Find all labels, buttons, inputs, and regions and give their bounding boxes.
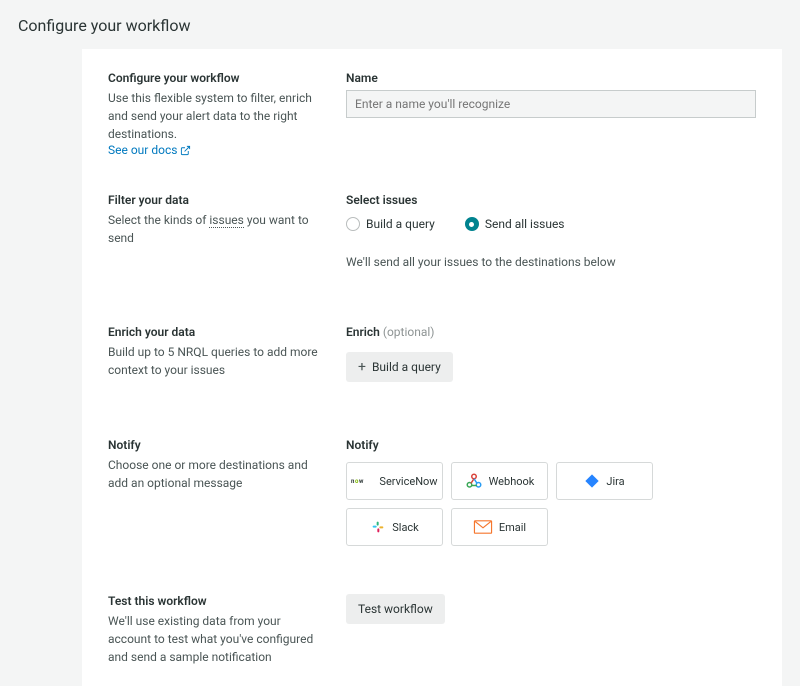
- slack-icon: [370, 519, 386, 535]
- test-heading: Test this workflow: [108, 594, 326, 608]
- destination-servicenow[interactable]: now ServiceNow: [346, 462, 443, 500]
- test-workflow-label: Test workflow: [358, 602, 433, 616]
- jira-icon: [584, 473, 600, 489]
- webhook-icon: [465, 472, 483, 490]
- svg-text:o: o: [355, 478, 359, 485]
- notify-heading: Notify: [108, 438, 326, 452]
- workflow-name-input[interactable]: [346, 90, 756, 118]
- see-docs-link[interactable]: See our docs: [108, 143, 191, 157]
- page-title: Configure your workflow: [0, 0, 800, 49]
- build-query-label: Build a query: [372, 360, 441, 374]
- plus-icon: +: [358, 360, 366, 374]
- destination-email[interactable]: Email: [451, 508, 548, 546]
- issues-radio-group: Build a query Send all issues: [346, 217, 756, 231]
- filter-desc: Select the kinds of issues you want to s…: [108, 211, 326, 247]
- issues-term: issues: [209, 213, 243, 228]
- build-query-button[interactable]: + Build a query: [346, 352, 453, 382]
- svg-text:n: n: [351, 478, 355, 485]
- configure-desc: Use this flexible system to filter, enri…: [108, 89, 326, 143]
- radio-circle-selected-icon: [465, 217, 479, 231]
- radio-circle-icon: [346, 217, 360, 231]
- destination-webhook-label: Webhook: [489, 475, 535, 488]
- notify-desc: Choose one or more destinations and add …: [108, 456, 326, 492]
- radio-build-label: Build a query: [366, 217, 435, 231]
- destination-servicenow-label: ServiceNow: [379, 475, 437, 488]
- enrich-desc: Build up to 5 NRQL queries to add more c…: [108, 343, 326, 379]
- external-link-icon: [180, 145, 191, 156]
- filter-heading: Filter your data: [108, 193, 326, 207]
- destination-slack[interactable]: Slack: [346, 508, 443, 546]
- filter-hint: We'll send all your issues to the destin…: [346, 255, 756, 269]
- enrich-heading: Enrich your data: [108, 325, 326, 339]
- enrich-optional: (optional): [383, 325, 435, 339]
- workflow-panel: Configure your workflow Use this flexibl…: [82, 49, 782, 686]
- notify-label: Notify: [346, 438, 756, 452]
- destination-webhook[interactable]: Webhook: [451, 462, 548, 500]
- test-desc: We'll use existing data from your accoun…: [108, 612, 326, 666]
- radio-send-all-label: Send all issues: [485, 217, 565, 231]
- radio-send-all[interactable]: Send all issues: [465, 217, 565, 231]
- destination-jira[interactable]: Jira: [556, 462, 653, 500]
- destination-jira-label: Jira: [606, 475, 624, 488]
- enrich-label: Enrich (optional): [346, 325, 756, 339]
- see-docs-text: See our docs: [108, 143, 177, 157]
- name-label: Name: [346, 71, 756, 85]
- email-icon: [473, 520, 493, 534]
- destination-slack-label: Slack: [392, 521, 419, 534]
- configure-heading: Configure your workflow: [108, 71, 326, 85]
- destination-email-label: Email: [499, 521, 526, 534]
- svg-text:w: w: [359, 478, 364, 485]
- radio-build-query[interactable]: Build a query: [346, 217, 435, 231]
- select-issues-label: Select issues: [346, 193, 756, 207]
- servicenow-icon: now: [351, 475, 373, 487]
- test-workflow-button[interactable]: Test workflow: [346, 594, 445, 624]
